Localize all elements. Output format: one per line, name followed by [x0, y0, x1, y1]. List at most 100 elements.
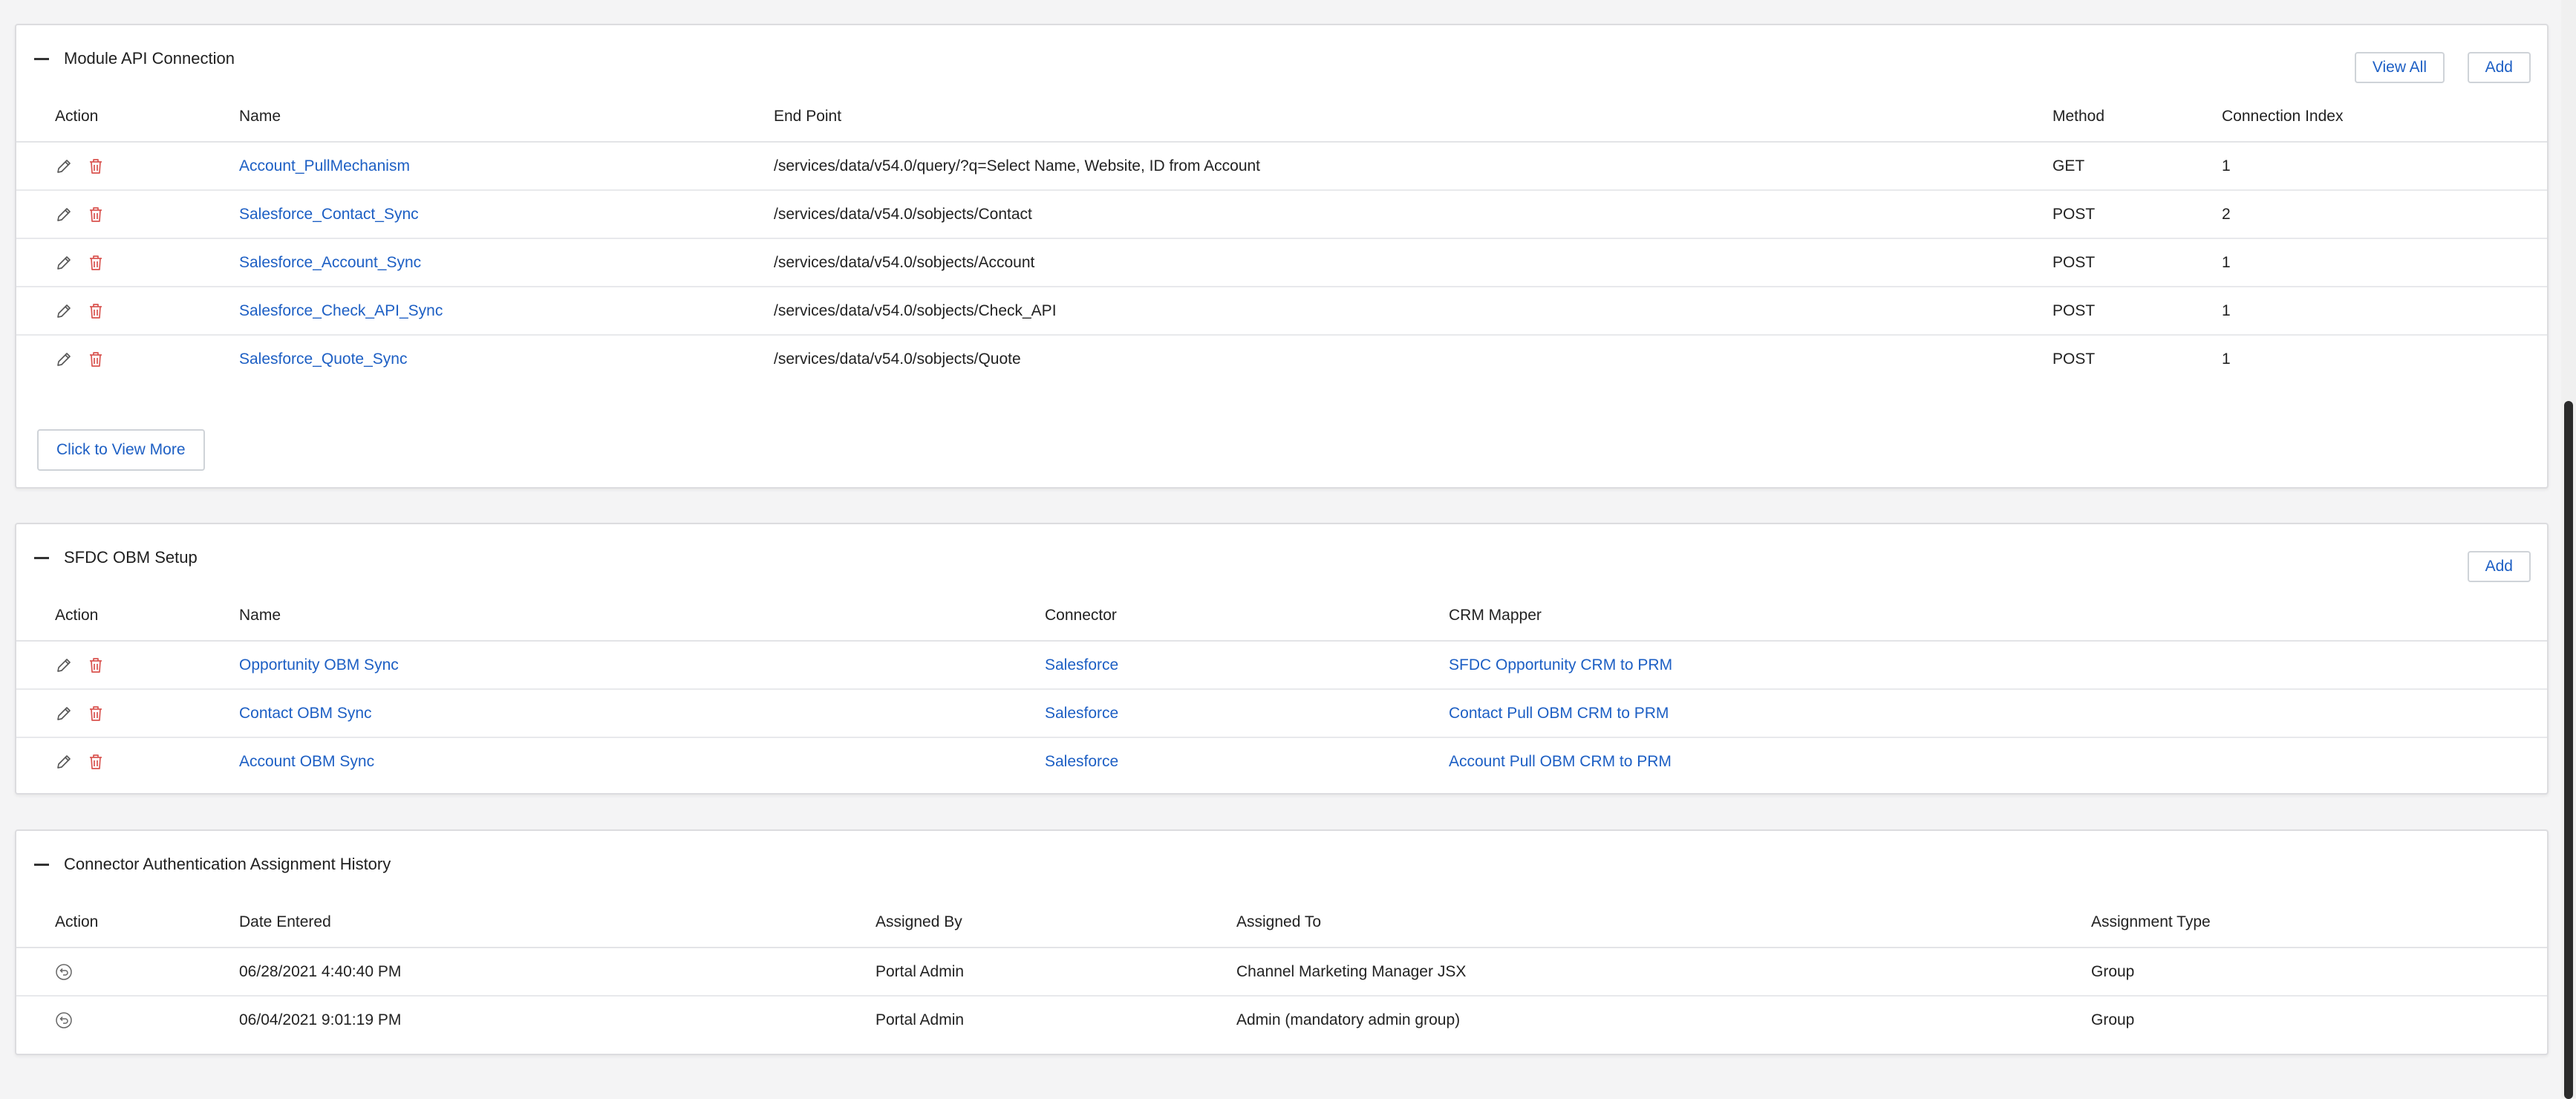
panel-title: Module API Connection	[64, 49, 235, 68]
column-header: Assigned To	[1236, 898, 2091, 948]
click-to-view-more-button[interactable]: Click to View More	[37, 429, 205, 471]
pencil-icon[interactable]	[55, 157, 73, 175]
scrollbar-thumb[interactable]	[2564, 401, 2573, 1099]
assigned-by-cell: Portal Admin	[875, 948, 1236, 997]
action-cell	[16, 737, 239, 785]
assigned-to-cell: Channel Marketing Manager JSX	[1236, 948, 2091, 997]
column-header: CRM Mapper	[1449, 591, 2547, 642]
page-scrollbar[interactable]	[2561, 0, 2576, 1099]
crm-mapper-link[interactable]: SFDC Opportunity CRM to PRM	[1449, 656, 1672, 674]
minus-icon[interactable]	[34, 58, 49, 60]
assignment-type-cell: Group	[2091, 1011, 2135, 1028]
obm-setup-table: Action Name Connector CRM Mapper Opportu…	[16, 591, 2547, 785]
action-cell	[16, 142, 239, 191]
method-cell: POST	[2052, 350, 2096, 368]
obm-name-link[interactable]: Opportunity OBM Sync	[239, 656, 399, 674]
table-header-row: Action Name End Point Method Connection …	[16, 92, 2547, 143]
trash-icon[interactable]	[88, 656, 104, 674]
connector-link[interactable]: Salesforce	[1045, 705, 1118, 722]
crm-mapper-link[interactable]: Contact Pull OBM CRM to PRM	[1449, 705, 1669, 722]
table-row: Account OBM Sync Salesforce Account Pull O…	[16, 737, 2547, 785]
trash-icon[interactable]	[88, 157, 104, 175]
api-connection-name-link[interactable]: Salesforce_Check_API_Sync	[239, 302, 443, 319]
connector-link[interactable]: Salesforce	[1045, 656, 1118, 674]
pencil-icon[interactable]	[55, 656, 73, 674]
table-row: Contact OBM Sync Salesforce Contact Pull O…	[16, 689, 2547, 738]
minus-icon[interactable]	[34, 864, 49, 866]
api-connection-name-link[interactable]: Salesforce_Contact_Sync	[239, 206, 419, 223]
action-cell	[16, 689, 239, 738]
method-cell: POST	[2052, 287, 2222, 336]
column-header: End Point	[774, 92, 2052, 143]
endpoint-cell: /services/data/v54.0/sobjects/Check_API	[774, 287, 2052, 336]
panel-header: SFDC OBM Setup Add	[16, 524, 2547, 591]
minus-icon[interactable]	[34, 557, 49, 559]
action-cell	[16, 190, 239, 239]
endpoint-cell: /services/data/v54.0/sobjects/Account	[774, 238, 2052, 287]
endpoint-cell: /services/data/v54.0/sobjects/Contact	[774, 190, 2052, 239]
column-header: Name	[239, 92, 774, 143]
add-button[interactable]: Add	[2467, 551, 2531, 582]
assigned-by-cell: Portal Admin	[875, 1011, 965, 1028]
obm-name-link[interactable]: Account OBM Sync	[239, 753, 374, 770]
add-button[interactable]: Add	[2467, 52, 2531, 83]
pencil-icon[interactable]	[55, 254, 73, 272]
api-connection-table: Action Name End Point Method Connection …	[16, 92, 2547, 382]
pencil-icon[interactable]	[55, 302, 73, 320]
method-cell: POST	[2052, 190, 2222, 239]
api-connection-name-link[interactable]: Salesforce_Account_Sync	[239, 254, 421, 271]
action-cell	[16, 948, 239, 997]
table-row: Salesforce_Check_API_Sync/services/data/…	[16, 287, 2547, 336]
column-header: Assigned By	[875, 898, 1236, 948]
trash-icon[interactable]	[88, 254, 104, 272]
panel-header: Module API Connection View All Add	[16, 25, 2547, 92]
connection-index-cell: 1	[2222, 287, 2547, 336]
endpoint-cell: /services/data/v54.0/query/?q=Select Nam…	[774, 142, 2052, 191]
date-entered-cell: 06/28/2021 4:40:40 PM	[239, 948, 875, 997]
column-header: Connection Index	[2222, 92, 2547, 143]
panel-title: Connector Authentication Assignment Hist…	[64, 855, 391, 873]
column-header: Name	[239, 591, 1045, 642]
table-row: Opportunity OBM Sync Salesforce SFDC Oppor…	[16, 641, 2547, 690]
action-cell	[16, 996, 239, 1043]
table-row: 06/04/2021 9:01:19 PM Portal Admin Admin (…	[16, 996, 2547, 1043]
obm-name-link[interactable]: Contact OBM Sync	[239, 705, 372, 722]
view-all-button[interactable]: View All	[2354, 52, 2445, 83]
assignment-history-table: Action Date Entered Assigned By Assigned…	[16, 898, 2547, 1043]
trash-icon[interactable]	[88, 753, 104, 771]
column-header: Action	[16, 898, 239, 948]
panel-header: Connector Authentication Assignment Hist…	[16, 831, 2547, 898]
column-header: Action	[16, 92, 239, 143]
endpoint-cell: /services/data/v54.0/sobjects/Quote	[774, 350, 1021, 368]
trash-icon[interactable]	[88, 302, 104, 320]
action-cell	[16, 335, 239, 382]
table-row: Salesforce_Quote_Sync/services/data/v54.…	[16, 335, 2547, 382]
api-connection-name-link[interactable]: Account_PullMechanism	[239, 157, 410, 175]
column-header: Method	[2052, 92, 2222, 143]
pencil-icon[interactable]	[55, 350, 73, 368]
trash-icon[interactable]	[88, 705, 104, 723]
date-entered-cell: 06/04/2021 9:01:19 PM	[239, 1011, 402, 1028]
assignment-history-panel: Connector Authentication Assignment Hist…	[15, 829, 2549, 1055]
pencil-icon[interactable]	[55, 206, 73, 224]
table-row: Salesforce_Account_Sync/services/data/v5…	[16, 238, 2547, 287]
connection-index-cell: 1	[2222, 350, 2231, 368]
api-connection-name-link[interactable]: Salesforce_Quote_Sync	[239, 350, 407, 368]
connection-index-cell: 2	[2222, 190, 2547, 239]
method-cell: POST	[2052, 238, 2222, 287]
table-header-row: Action Name Connector CRM Mapper	[16, 591, 2547, 642]
column-header: Assignment Type	[2091, 898, 2547, 948]
table-row: 06/28/2021 4:40:40 PM Portal Admin Channel…	[16, 948, 2547, 997]
revert-icon[interactable]	[55, 1011, 73, 1029]
table-header-row: Action Date Entered Assigned By Assigned…	[16, 898, 2547, 948]
connector-link[interactable]: Salesforce	[1045, 753, 1118, 770]
revert-icon[interactable]	[55, 963, 73, 981]
trash-icon[interactable]	[88, 350, 104, 368]
crm-mapper-link[interactable]: Account Pull OBM CRM to PRM	[1449, 753, 1672, 770]
column-header: Connector	[1045, 591, 1449, 642]
pencil-icon[interactable]	[55, 705, 73, 723]
action-cell	[16, 641, 239, 690]
pencil-icon[interactable]	[55, 753, 73, 771]
action-cell	[16, 238, 239, 287]
trash-icon[interactable]	[88, 206, 104, 224]
